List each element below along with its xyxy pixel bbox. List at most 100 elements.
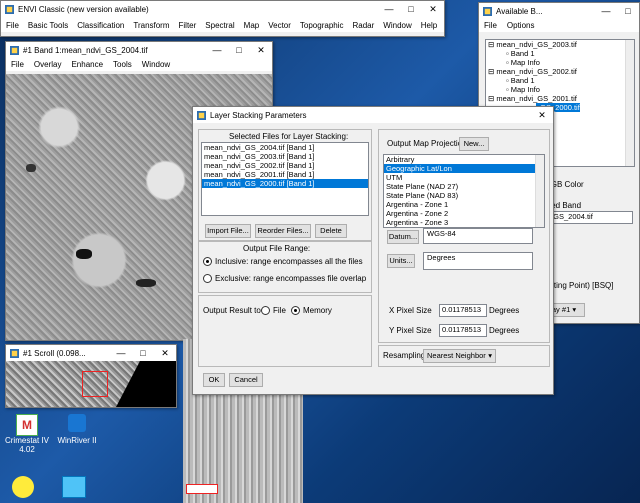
- menu-item[interactable]: Overlay: [34, 60, 62, 69]
- reorder-files-button[interactable]: Reorder Files...: [255, 224, 311, 238]
- tree-leaf[interactable]: ▫ Band 1: [486, 76, 634, 85]
- resampling-dropdown[interactable]: Nearest Neighbor ▾: [423, 349, 496, 363]
- delete-button[interactable]: Delete: [315, 224, 347, 238]
- projection-item[interactable]: Argentina - Zone 2: [384, 209, 544, 218]
- projection-item[interactable]: State Plane (NAD 27): [384, 182, 544, 191]
- exclusive-radio[interactable]: Exclusive: range encompasses file overla…: [203, 274, 367, 284]
- projection-scrollbar[interactable]: [535, 155, 544, 227]
- available-bands-title: Available B...: [496, 6, 543, 16]
- radio-selected[interactable]: [291, 306, 300, 316]
- menu-item[interactable]: Window: [142, 60, 170, 69]
- resampling-group: Resampling Nearest Neighbor ▾: [378, 345, 550, 367]
- resampling-label: Resampling: [383, 351, 426, 360]
- cancel-button[interactable]: Cancel: [229, 373, 263, 387]
- x-pixel-input[interactable]: 0.01178513: [439, 304, 487, 317]
- menu-item[interactable]: Options: [507, 21, 535, 30]
- y-pixel-input[interactable]: 0.01178513: [439, 324, 487, 337]
- inclusive-radio[interactable]: Inclusive: range encompasses all the fil…: [203, 257, 363, 267]
- layer-stacking-dialog: Layer Stacking Parameters ✕ Selected Fil…: [192, 106, 554, 395]
- file-list-item[interactable]: mean_ndvi_GS_2004.tif [Band 1]: [202, 143, 368, 152]
- close-icon[interactable]: ✕: [250, 45, 272, 56]
- maximize-icon[interactable]: □: [132, 348, 154, 358]
- tree-label: mean_ndvi_GS_2003.tif: [496, 40, 577, 49]
- menu-item[interactable]: Transform: [133, 21, 169, 30]
- winriver-icon[interactable]: WinRiver II: [55, 414, 99, 454]
- tree-leaf[interactable]: ▫ Map Info: [486, 85, 634, 94]
- minimize-icon[interactable]: —: [110, 348, 132, 358]
- available-bands-titlebar[interactable]: Available B... — □: [479, 3, 639, 19]
- menu-item[interactable]: Basic Tools: [28, 21, 68, 30]
- close-icon[interactable]: ✕: [422, 4, 444, 15]
- tree-file-node[interactable]: ⊟ mean_ndvi_GS_2001.tif: [486, 94, 634, 103]
- minimize-icon[interactable]: —: [206, 45, 228, 55]
- projection-item[interactable]: UTM: [384, 173, 544, 182]
- menu-item[interactable]: Spectral: [205, 21, 234, 30]
- tree-scrollbar[interactable]: [625, 40, 634, 166]
- memory-radio[interactable]: Memory: [291, 306, 332, 316]
- zoom-box[interactable]: [82, 371, 108, 397]
- desktop-icon[interactable]: [12, 476, 34, 498]
- zoom-controls[interactable]: [186, 484, 218, 494]
- minimize-icon[interactable]: —: [378, 4, 400, 14]
- available-bands-menubar: File Options: [479, 19, 639, 32]
- menu-item[interactable]: Filter: [179, 21, 197, 30]
- close-icon[interactable]: ✕: [531, 110, 553, 121]
- projection-item[interactable]: Geographic Lat/Lon: [384, 164, 544, 173]
- menu-item[interactable]: File: [484, 21, 497, 30]
- files-list[interactable]: mean_ndvi_GS_2004.tif [Band 1] mean_ndvi_…: [201, 142, 369, 216]
- file-radio[interactable]: File: [261, 306, 286, 316]
- ok-button[interactable]: OK: [203, 373, 225, 387]
- minimize-icon[interactable]: —: [595, 6, 617, 16]
- menu-item[interactable]: Classification: [77, 21, 124, 30]
- maximize-icon[interactable]: □: [400, 4, 422, 14]
- projection-item[interactable]: State Plane (NAD 83): [384, 191, 544, 200]
- file-label: File: [273, 306, 286, 315]
- maximize-icon[interactable]: □: [228, 45, 250, 55]
- file-list-item[interactable]: mean_ndvi_GS_2003.tif [Band 1]: [202, 152, 368, 161]
- file-list-item[interactable]: mean_ndvi_GS_2000.tif [Band 1]: [202, 179, 368, 188]
- scroll-image[interactable]: [6, 361, 176, 407]
- selected-band-field: _GS_2004.tif: [545, 211, 633, 224]
- desktop-icon[interactable]: [62, 476, 86, 498]
- tree-leaf[interactable]: ▫ Band 1: [486, 49, 634, 58]
- radio-unselected[interactable]: [203, 274, 212, 284]
- menu-item[interactable]: Enhance: [71, 60, 103, 69]
- new-projection-button[interactable]: New...: [459, 137, 489, 151]
- menu-item[interactable]: Help: [421, 21, 437, 30]
- output-result-group: Output Result to File Memory: [198, 295, 372, 367]
- tree-file-node[interactable]: ⊟ mean_ndvi_GS_2002.tif: [486, 67, 634, 76]
- dialog-titlebar[interactable]: Layer Stacking Parameters ✕: [193, 107, 553, 123]
- units-button[interactable]: Units...: [387, 254, 415, 268]
- tree-file-node[interactable]: ⊟ mean_ndvi_GS_2003.tif: [486, 40, 634, 49]
- menu-item[interactable]: Radar: [353, 21, 375, 30]
- radio-selected[interactable]: [203, 257, 212, 267]
- import-file-button[interactable]: Import File...: [205, 224, 251, 238]
- menu-item[interactable]: File: [11, 60, 24, 69]
- radio-unselected[interactable]: [261, 306, 270, 316]
- menu-item[interactable]: Tools: [113, 60, 132, 69]
- datum-button[interactable]: Datum...: [387, 230, 419, 244]
- file-list-item[interactable]: mean_ndvi_GS_2001.tif [Band 1]: [202, 170, 368, 179]
- tree-leaf[interactable]: ▫ Map Info: [486, 58, 634, 67]
- menu-item[interactable]: Map: [244, 21, 260, 30]
- projection-item[interactable]: Argentina - Zone 3: [384, 218, 544, 227]
- exclusive-label: Exclusive: range encompasses file overla…: [215, 274, 367, 283]
- scroll-window-titlebar[interactable]: #1 Scroll (0.098... — □ ✕: [6, 345, 176, 361]
- file-list-item[interactable]: mean_ndvi_GS_2002.tif [Band 1]: [202, 161, 368, 170]
- envi-icon: [5, 4, 14, 14]
- envi-titlebar[interactable]: ENVI Classic (new version available) — □…: [1, 1, 444, 17]
- maximize-icon[interactable]: □: [617, 6, 639, 16]
- band-window-titlebar[interactable]: #1 Band 1:mean_ndvi_GS_2004.tif — □ ✕: [6, 42, 272, 58]
- projection-item[interactable]: Arbitrary: [384, 155, 544, 164]
- black-region: [116, 361, 176, 407]
- crimestat-icon-image: M: [16, 414, 38, 436]
- projection-item[interactable]: Argentina - Zone 1: [384, 200, 544, 209]
- close-icon[interactable]: ✕: [154, 348, 176, 359]
- projection-group: Output Map Projection New... Arbitrary Ge…: [378, 129, 550, 343]
- menu-item[interactable]: Topographic: [300, 21, 344, 30]
- menu-item[interactable]: File: [6, 21, 19, 30]
- menu-item[interactable]: Window: [383, 21, 411, 30]
- projection-list[interactable]: Arbitrary Geographic Lat/Lon UTM State Plan…: [383, 154, 545, 228]
- menu-item[interactable]: Vector: [268, 21, 291, 30]
- crimestat-icon[interactable]: M Crimestat IV 4.02: [5, 414, 49, 464]
